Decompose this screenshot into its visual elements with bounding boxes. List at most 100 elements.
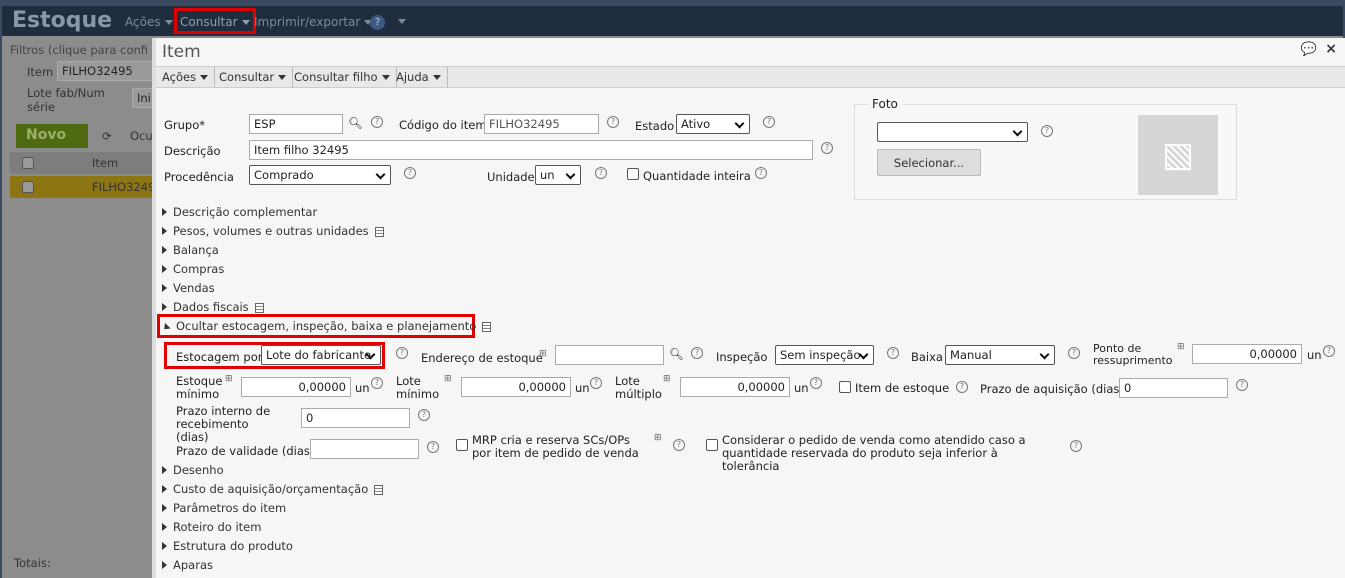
help-icon[interactable]: ? (887, 347, 899, 359)
endereco-input[interactable] (555, 345, 664, 365)
image-placeholder-icon: ▧ (1138, 115, 1218, 195)
grupo-input[interactable]: ESP (249, 114, 343, 134)
item-estoque-label: Item de estoque (855, 381, 950, 395)
descricao-input[interactable]: Item filho 32495 (249, 140, 813, 160)
estocagem-select[interactable]: Lote do fabricante (261, 345, 381, 365)
estado-select[interactable]: Ativo (676, 114, 750, 134)
help-icon[interactable]: ? (607, 116, 619, 128)
estoque-min-input[interactable]: 0,00000 (241, 377, 351, 397)
section-descricao-complementar[interactable]: Descrição complementar (162, 205, 317, 219)
help-icon[interactable]: ? (821, 142, 833, 154)
inspecao-label: Inspeção (716, 350, 768, 364)
ponto-input[interactable]: 0,00000 (1192, 344, 1302, 364)
lote-min-label: Lote mínimo (396, 374, 440, 401)
mrp-checkbox[interactable] (456, 439, 468, 451)
caret-icon[interactable] (398, 19, 406, 24)
help-icon[interactable]: ? (1323, 345, 1335, 357)
unit-label: un (355, 381, 370, 395)
considerar-checkbox[interactable] (706, 439, 718, 451)
help-icon[interactable]: ? (371, 116, 383, 128)
item-filter-input[interactable]: FILHO32495 (57, 61, 157, 81)
grid-icon: ⊞ (539, 349, 547, 359)
codigo-input[interactable]: FILHO32495 (484, 114, 599, 134)
help-icon[interactable]: ? (691, 347, 703, 359)
caret-icon (432, 75, 441, 80)
toolbar-consultar[interactable]: Consultar (213, 67, 294, 87)
menu-consultar[interactable]: Consultar (174, 8, 256, 34)
section-desenho[interactable]: Desenho (162, 463, 224, 477)
help-icon[interactable]: ? (396, 347, 408, 359)
help-icon[interactable]: ? (418, 409, 430, 421)
section-pesos[interactable]: Pesos, volumes e outras unidades (162, 224, 384, 238)
prazo-aq-input[interactable]: 0 (1119, 378, 1228, 398)
refresh-icon[interactable]: ⟳ (102, 129, 112, 143)
help-icon[interactable]: ? (404, 167, 416, 179)
section-label: Pesos, volumes e outras unidades (173, 224, 369, 238)
menu-label: Imprimir/exportar (254, 15, 361, 29)
item-estoque-checkbox[interactable] (839, 381, 851, 393)
descricao-label: Descrição (164, 144, 221, 158)
help-icon[interactable]: ? (673, 439, 685, 451)
select-all-checkbox[interactable] (22, 157, 34, 169)
help-icon[interactable]: ? (590, 377, 602, 389)
help-icon[interactable]: ? (595, 167, 607, 179)
menu-label: Consultar (180, 15, 238, 29)
section-custo[interactable]: Custo de aquisição/orçamentação (162, 482, 384, 496)
section-parametros[interactable]: Parâmetros do item (162, 501, 286, 515)
hide-button[interactable]: Ocu (130, 129, 153, 143)
table-row[interactable]: FILHO3249 (10, 176, 155, 198)
toolbar-consultar-filho[interactable]: Consultar filho (288, 67, 397, 87)
help-icon[interactable]: ? (427, 441, 439, 453)
grupo-label: Grupo* (164, 118, 206, 132)
document-icon (254, 302, 264, 313)
help-icon[interactable]: ? (371, 377, 383, 389)
search-icon[interactable]: 🔍︎ (669, 347, 684, 361)
section-estrutura[interactable]: Estrutura do produto (162, 539, 293, 553)
col-item: Item (92, 156, 119, 170)
qtd-inteira-checkbox[interactable] (627, 168, 639, 180)
prazo-val-input[interactable] (310, 439, 419, 459)
help-icon[interactable]: ? (763, 116, 775, 128)
section-label: Ocultar estocagem, inspeção, baixa e pla… (176, 319, 477, 333)
help-icon[interactable]: ? (1070, 440, 1082, 452)
menu-label: Ações (125, 15, 161, 29)
toolbar-label: Ajuda (396, 70, 429, 84)
menu-imprimir[interactable]: Imprimir/exportar (254, 15, 373, 29)
lote-min-input[interactable]: 0,00000 (461, 377, 571, 397)
procedencia-select[interactable]: Comprado (249, 165, 391, 185)
menu-acoes[interactable]: Ações (125, 15, 173, 29)
toolbar-ajuda[interactable]: Ajuda (390, 67, 448, 87)
help-icon[interactable]: ? (1236, 379, 1248, 391)
section-roteiro[interactable]: Roteiro do item (162, 520, 261, 534)
selecionar-button[interactable]: Selecionar... (877, 149, 981, 176)
search-icon[interactable]: 🔍︎ (348, 116, 363, 130)
section-vendas[interactable]: Vendas (162, 281, 215, 295)
prazo-int-input[interactable]: 0 (301, 408, 410, 428)
lote-mult-input[interactable]: 0,00000 (680, 377, 790, 397)
new-button[interactable]: Novo (16, 124, 88, 148)
baixa-select[interactable]: Manual (945, 345, 1055, 365)
help-icon[interactable]: ? (1041, 125, 1053, 137)
document-icon (374, 226, 384, 237)
help-icon[interactable]: ? (755, 167, 767, 179)
dialog-title: Item (162, 42, 201, 62)
row-checkbox[interactable] (22, 181, 34, 193)
new-label: Novo (26, 127, 67, 143)
foto-select[interactable] (877, 122, 1028, 142)
section-aparas[interactable]: Aparas (162, 558, 213, 572)
estoque-min-label: Estoque mínimo (176, 374, 223, 401)
chat-icon[interactable]: 💬 (1301, 42, 1317, 57)
help-icon[interactable]: ? (956, 381, 968, 393)
help-icon[interactable]: ? (370, 15, 385, 30)
close-icon[interactable]: × (1325, 41, 1337, 57)
section-dados-fiscais[interactable]: Dados fiscais (162, 300, 264, 314)
toolbar-acoes[interactable]: Ações (156, 67, 216, 87)
unidade-select[interactable]: un (535, 165, 581, 185)
help-icon[interactable]: ? (1068, 347, 1080, 359)
toolbar-label: Consultar filho (294, 70, 378, 84)
help-icon[interactable]: ? (810, 377, 822, 389)
section-compras[interactable]: Compras (162, 262, 224, 276)
inspecao-select[interactable]: Sem inspeção (775, 345, 874, 365)
section-balanca[interactable]: Balança (162, 243, 219, 257)
section-estocagem[interactable]: Ocultar estocagem, inspeção, baixa e pla… (162, 319, 492, 333)
